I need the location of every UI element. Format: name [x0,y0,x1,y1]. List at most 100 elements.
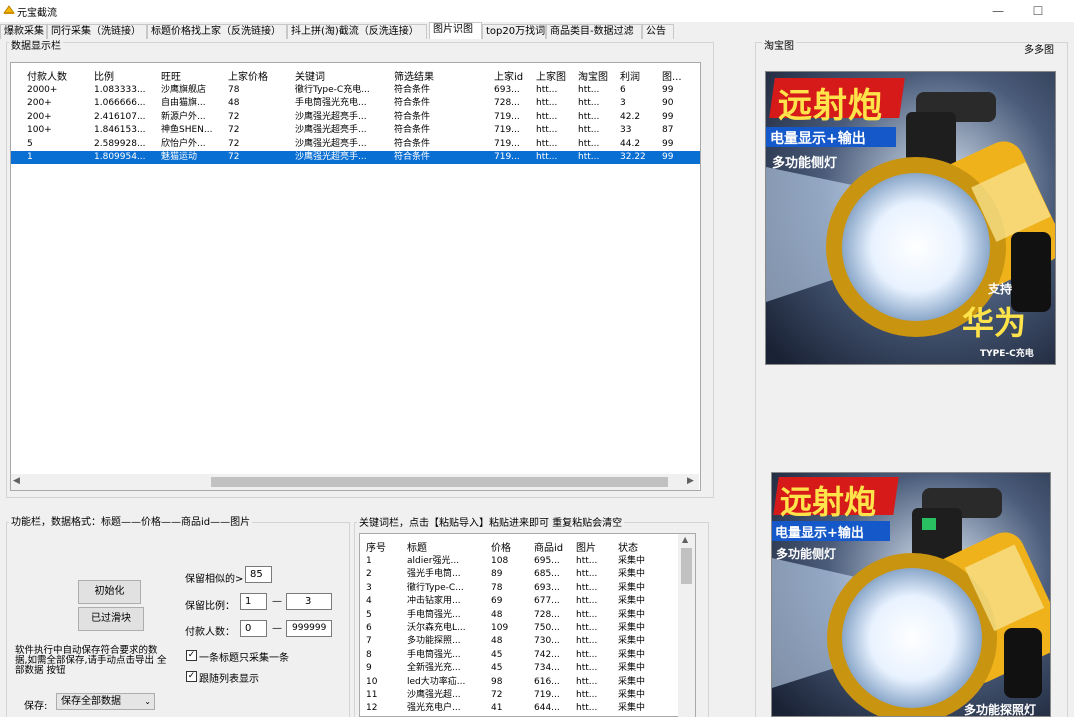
keyword-header[interactable]: 商品id [534,539,563,554]
list-item[interactable]: 1 aldier强光... 108 695... htt... 采集中 [360,555,680,568]
list-cell: htt... [576,609,598,620]
range-dash: — [272,596,282,607]
follow-list-label: 跟随列表显示 [199,674,259,685]
list-cell: htt... [576,663,598,674]
auto-save-note: 软件执行中自动保存符合要求的数据,如需全部保存,请手动点击导出 全部数据 按钮 [15,645,167,676]
list-item[interactable]: 6 沃尔森充电L... 109 750... htt... 采集中 [360,622,680,635]
table-cell: 99 [662,111,674,122]
list-item[interactable]: 11 沙鹰强光超... 72 719... htt... 采集中 [360,689,680,702]
keyword-header[interactable]: 价格 [491,539,511,554]
init-button[interactable]: 初始化 [78,580,141,604]
table-cell: 1.066666... [94,98,146,109]
table-row[interactable]: 5 2.589928... 欣怡户外... 72 沙鹰强光超亮手... 符合条件 719..… [11,138,700,151]
list-cell: 45 [491,663,503,674]
list-cell: 730... [534,636,560,647]
keyword-group-title: 关键词栏，点击【粘贴导入】粘贴进来即可 重复粘贴会清空 [357,518,625,529]
list-cell: htt... [576,596,598,607]
list-cell: led大功率疝... [407,676,466,687]
list-cell: 冲击钻家用... [407,596,461,607]
list-item[interactable]: 3 徹行Type-C... 78 693... htt... 采集中 [360,582,680,595]
list-cell: 109 [491,623,509,633]
table-cell: htt... [536,111,558,122]
table-cell: 3 [620,98,626,109]
keyword-list[interactable]: 序号 标题 价格 商品id 图片 状态 1 aldier强光... 108 695..… [359,533,696,717]
list-item[interactable]: 8 手电筒强光... 45 742... htt... 采集中 [360,649,680,662]
tab-title-price-supplier[interactable]: 标题价格找上家（反洗链接） [147,24,287,39]
tab-peer-collect[interactable]: 同行采集（洗链接） [47,24,147,39]
list-cell: 采集中 [618,636,646,647]
similar-input[interactable]: 85 [245,566,272,583]
table-cell: 2.416107... [94,111,146,122]
tab-top20w-keywords[interactable]: top20万找词 [482,24,546,39]
scrollbar-thumb[interactable] [211,477,668,487]
keyword-vertical-scrollbar[interactable]: ▲ [678,534,695,717]
keyword-header[interactable]: 图片 [576,539,596,554]
maximize-button[interactable]: ☐ [1024,3,1052,19]
table-cell: 符合条件 [394,152,431,162]
table-row[interactable]: 2000+ 1.083333... 沙鹰旗舰店 78 徹行Type-C充电... 符合条件… [11,84,700,97]
ratio-max-input[interactable]: 3 [286,593,332,610]
grid-header[interactable]: 图... [662,68,682,83]
tab-hot-collect[interactable]: 爆款采集 [0,24,47,39]
follow-list-checkbox[interactable]: ✓ [186,671,197,682]
table-row[interactable]: 200+ 2.416107... 新源户外... 72 沙鹰强光超亮手... 符合条件 71… [11,111,700,124]
data-grid[interactable]: 付款人数 比例 旺旺 上家价格 关键词 筛选结果 上家id 上家图 淘宝图 利润… [10,62,701,491]
list-item[interactable]: 9 全新强光充... 45 734... htt... 采集中 [360,662,680,675]
grid-header[interactable]: 淘宝图 [578,68,608,83]
one-per-title-checkbox[interactable]: ✓ [186,650,197,661]
table-row[interactable]: 1 1.809954... 魅猫运动 72 沙鹰强光超亮手... 符合条件 719... ht… [11,151,700,164]
pay-max-input[interactable]: 999999 [286,620,332,637]
list-item[interactable]: 5 手电筒强光... 48 728... htt... 采集中 [360,609,680,622]
filtered-button[interactable]: 已过滑块 [78,607,144,631]
list-cell: 693... [534,582,560,593]
keyword-header[interactable]: 标题 [407,539,427,554]
ratio-min-input[interactable]: 1 [240,593,267,610]
list-cell: 685... [534,569,560,580]
tab-image-recognition[interactable]: 图片识图 [429,22,482,39]
tab-announcement[interactable]: 公告 [642,24,674,39]
tab-douyin-intercept[interactable]: 抖上拼(淘)截流（反洗连接） [287,24,427,39]
scrollbar-thumb[interactable] [681,548,692,584]
grid-horizontal-scrollbar[interactable]: ◀ ▶ [11,474,699,490]
list-item[interactable]: 4 冲击钻家用... 69 677... htt... 采集中 [360,595,680,608]
table-cell: 72 [228,125,240,136]
list-cell: 采集中 [618,703,646,714]
list-cell: 全新强光充... [407,663,461,674]
scroll-right-arrow-icon[interactable]: ▶ [687,476,694,486]
minimize-button[interactable]: — [984,3,1012,19]
table-row[interactable]: 200+ 1.066666... 自由猫旗... 48 手电筒强光充电... 符合条件 72… [11,97,700,110]
scroll-up-arrow-icon[interactable]: ▲ [682,535,688,544]
grid-header[interactable]: 筛选结果 [394,68,434,83]
grid-header[interactable]: 上家id [494,68,523,83]
list-item[interactable]: 10 led大功率疝... 98 616... htt... 采集中 [360,676,680,689]
list-cell: 719... [534,690,560,700]
list-item[interactable]: 2 强光手电筒... 89 685... htt... 采集中 [360,568,680,581]
headline-text: 远射炮 [778,86,883,126]
list-cell: 695... [534,556,560,566]
grid-header[interactable]: 付款人数 [27,68,67,83]
save-select[interactable]: 保存全部数据 ⌄ [56,693,155,710]
keyword-header[interactable]: 序号 [366,539,386,554]
keyword-header[interactable]: 状态 [618,539,638,554]
scroll-left-arrow-icon[interactable]: ◀ [13,476,20,486]
grid-header[interactable]: 上家图 [536,68,566,83]
grid-header[interactable]: 比例 [94,68,114,83]
chevron-down-icon: ⌄ [144,697,151,706]
grid-header[interactable]: 旺旺 [161,68,181,83]
table-row[interactable]: 100+ 1.846153... 神鱼SHEN... 72 沙鹰强光超亮手... 符合条件… [11,124,700,137]
table-cell: 1.809954... [94,152,146,162]
list-item[interactable]: 7 多功能探照... 48 730... htt... 采集中 [360,635,680,648]
tab-category-filter[interactable]: 商品类目-数据过滤 [546,24,642,39]
table-cell: htt... [578,125,600,136]
grid-header[interactable]: 利润 [620,68,640,83]
list-cell: 45 [491,649,503,660]
list-cell: htt... [576,569,598,580]
data-display-title: 数据显示栏 [9,41,63,52]
grid-header[interactable]: 上家价格 [228,68,268,83]
list-item[interactable]: 12 强光充电户... 41 644... htt... 采集中 [360,702,680,715]
table-cell: htt... [578,138,600,149]
grid-header[interactable]: 关键词 [295,68,325,83]
list-cell: 41 [491,703,503,714]
list-cell: 9 [366,663,372,674]
pay-min-input[interactable]: 0 [240,620,267,637]
